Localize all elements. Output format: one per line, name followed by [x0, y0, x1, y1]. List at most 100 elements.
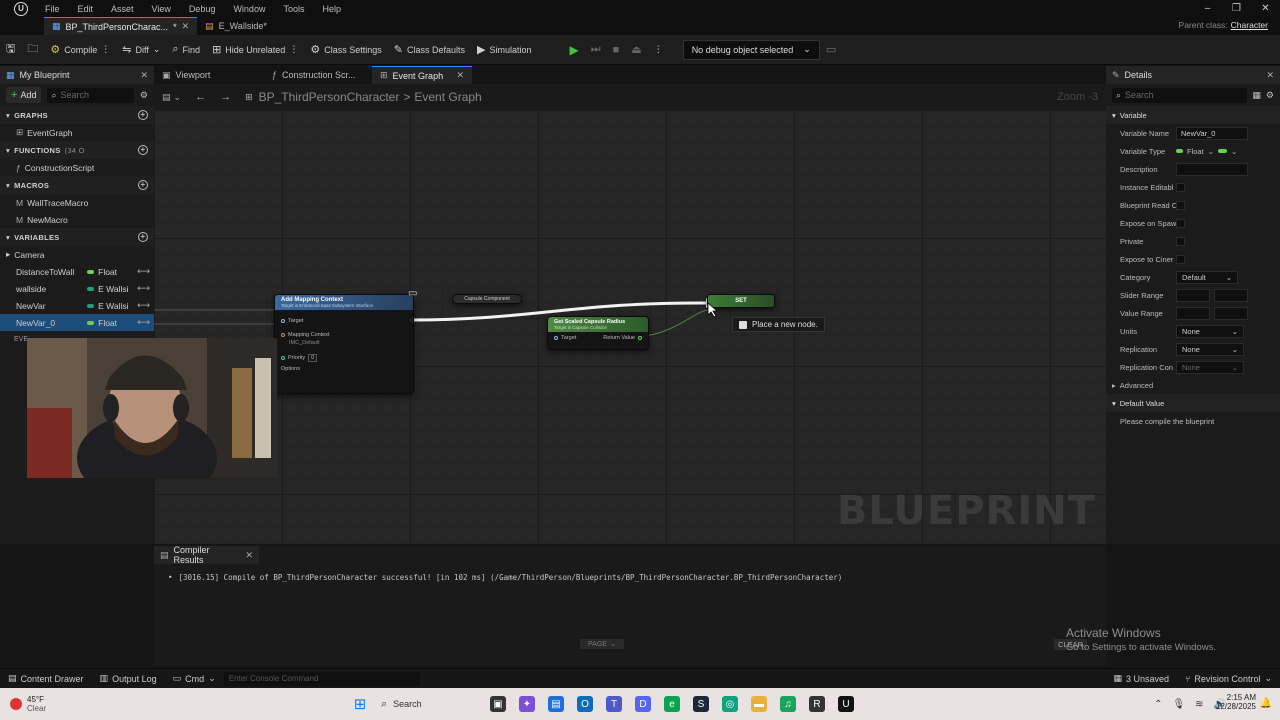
- pin-target[interactable]: Target: [275, 316, 413, 326]
- variable-category-camera[interactable]: ▸ Camera: [0, 246, 154, 263]
- output-log-button[interactable]: ▥ Output Log: [92, 673, 165, 684]
- menu-file[interactable]: File: [45, 4, 60, 14]
- compiler-results-tab[interactable]: ▤ Compiler Results ✕: [154, 545, 259, 565]
- variable-category-header[interactable]: ▾ Variable: [1106, 106, 1280, 124]
- category-select[interactable]: Default ⌄: [1176, 270, 1238, 284]
- tab-construction-script[interactable]: ƒ Construction Scr...: [264, 66, 372, 84]
- rider-icon[interactable]: R: [809, 696, 825, 712]
- back-arrow-icon[interactable]: ←: [195, 91, 206, 103]
- eye-icon[interactable]: ⟷: [137, 317, 150, 328]
- eye-icon[interactable]: ⟷: [137, 266, 150, 277]
- graph-options-icon[interactable]: ▤: [162, 92, 171, 103]
- menu-edit[interactable]: Edit: [78, 4, 94, 14]
- node-get-scaled-capsule-radius[interactable]: Get Scaled Capsule Radius Target is Caps…: [547, 316, 649, 350]
- variable-type-select[interactable]: Float ⌄ ⌄: [1176, 147, 1237, 156]
- variable-item[interactable]: DistanceToWall Float ⟷: [0, 263, 154, 280]
- macro-item-newmacro[interactable]: M NewMacro: [0, 211, 154, 228]
- macro-item-walltracemacro[interactable]: M WallTraceMacro: [0, 194, 154, 211]
- my-blueprint-tab[interactable]: ▦ My Blueprint ✕: [0, 66, 154, 84]
- find-button[interactable]: ⌕ Find: [166, 39, 206, 61]
- notifications-icon[interactable]: 🔔: [1260, 698, 1272, 709]
- macros-section-header[interactable]: ▾ MACROS +: [0, 176, 154, 194]
- chevron-up-icon[interactable]: ⌃: [1154, 699, 1162, 710]
- close-window-icon[interactable]: ✕: [1251, 0, 1280, 17]
- class-defaults-button[interactable]: ✎ Class Defaults: [388, 39, 471, 61]
- settings-gear-icon[interactable]: ⚙: [140, 90, 148, 101]
- menu-help[interactable]: Help: [322, 4, 341, 14]
- variables-section-header[interactable]: ▾ VARIABLES +: [0, 228, 154, 246]
- menu-window[interactable]: Window: [233, 4, 265, 14]
- instance-editable-checkbox[interactable]: [1176, 182, 1185, 192]
- variable-name-field[interactable]: NewVar_0: [1176, 126, 1248, 140]
- details-search-input[interactable]: ⌕ Search: [1112, 87, 1248, 103]
- expose-cinematics-checkbox[interactable]: [1176, 254, 1185, 264]
- outlook-icon[interactable]: O: [577, 696, 593, 712]
- chatgpt-icon[interactable]: ◎: [722, 696, 738, 712]
- browse-button[interactable]: 🗀: [21, 39, 44, 61]
- doc-tab-e-wallside[interactable]: ▤ E_Wallside*: [197, 17, 275, 35]
- variable-type[interactable]: Float: [87, 267, 137, 277]
- parent-class-link[interactable]: Character: [1231, 20, 1268, 30]
- chevron-down-icon[interactable]: ⌄: [174, 92, 182, 103]
- menu-debug[interactable]: Debug: [189, 4, 216, 14]
- eye-icon[interactable]: ⟷: [137, 283, 150, 294]
- advanced-toggle[interactable]: ▸ Advanced: [1106, 376, 1280, 394]
- search-input[interactable]: ⌕ Search: [47, 87, 134, 103]
- variable-type[interactable]: E Wallsi: [87, 284, 137, 294]
- diff-button[interactable]: ⇋ Diff ⌄: [116, 39, 166, 61]
- add-macro-icon[interactable]: +: [138, 180, 148, 190]
- add-variable-icon[interactable]: +: [138, 232, 148, 242]
- close-icon[interactable]: ✕: [1266, 70, 1274, 81]
- play-button[interactable]: ▶: [563, 39, 584, 61]
- expose-on-spawn-checkbox[interactable]: [1176, 218, 1185, 228]
- weather-widget[interactable]: 45°F Clear: [10, 695, 46, 713]
- tab-event-graph[interactable]: ⊞ Event Graph ✕: [372, 66, 472, 84]
- eye-icon[interactable]: ⟷: [137, 300, 150, 311]
- menu-asset[interactable]: Asset: [111, 4, 134, 14]
- wifi-icon[interactable]: ≋: [1195, 699, 1203, 710]
- store-icon[interactable]: ▤: [548, 696, 564, 712]
- unsaved-button[interactable]: ▦ 3 Unsaved: [1105, 673, 1177, 684]
- page-button[interactable]: PAGE ⌄: [580, 639, 624, 649]
- node-capsule-component[interactable]: Capsule Component: [452, 294, 522, 304]
- cmd-select[interactable]: ▭ Cmd ⌄: [165, 673, 224, 684]
- windows-start-icon[interactable]: ⊞: [352, 696, 368, 713]
- discord-icon[interactable]: D: [635, 696, 651, 712]
- stop-button[interactable]: ■: [607, 39, 626, 61]
- pin-priority[interactable]: Priority 0: [275, 352, 413, 364]
- compile-button[interactable]: ⚙ Compile ⋮: [44, 39, 116, 61]
- mapping-context-value[interactable]: IMC_Default: [275, 340, 413, 348]
- menu-tools[interactable]: Tools: [283, 4, 304, 14]
- add-graph-icon[interactable]: +: [138, 110, 148, 120]
- graphs-section-header[interactable]: ▾ GRAPHS +: [0, 106, 154, 124]
- pin-return-value[interactable]: Return Value: [603, 335, 642, 341]
- priority-value[interactable]: 0: [308, 354, 318, 362]
- save-button[interactable]: 🖫: [0, 39, 21, 61]
- console-command-input[interactable]: Enter Console Command: [223, 671, 420, 686]
- container-type-icon[interactable]: [1217, 149, 1227, 153]
- replication-condition-select[interactable]: None ⌄: [1176, 360, 1244, 374]
- node-add-mapping-context[interactable]: Add Mapping Context Target is Enhanced I…: [274, 294, 414, 394]
- restore-icon[interactable]: ❐: [1222, 0, 1251, 17]
- teams-icon[interactable]: T: [606, 696, 622, 712]
- blueprint-read-only-checkbox[interactable]: [1176, 200, 1185, 210]
- spotify-icon[interactable]: ♫: [780, 696, 796, 712]
- close-icon[interactable]: ✕: [456, 70, 464, 81]
- details-tab[interactable]: ✎ Details ✕: [1106, 66, 1280, 84]
- close-icon[interactable]: ✕: [245, 550, 253, 561]
- play-options-button[interactable]: ⋮: [648, 39, 669, 61]
- variable-item[interactable]: wallside E Wallsi ⟷: [0, 280, 154, 297]
- minimize-icon[interactable]: –: [1193, 0, 1222, 17]
- taskbar-search[interactable]: ⌕ Search: [381, 698, 477, 711]
- functions-section-header[interactable]: ▾ FUNCTIONS (34 O +: [0, 141, 154, 159]
- edge-icon[interactable]: e: [664, 696, 680, 712]
- debug-select-button[interactable]: ▭: [820, 39, 842, 61]
- revision-control-button[interactable]: ⑂ Revision Control ⌄: [1177, 673, 1280, 684]
- options-icon[interactable]: ⋮: [289, 44, 298, 55]
- doc-tab-bp-thirdperson[interactable]: ▦ BP_ThirdPersonCharac... * ✕: [44, 17, 198, 35]
- breadcrumb-root[interactable]: BP_ThirdPersonCharacter: [259, 90, 400, 104]
- variable-item[interactable]: NewVar E Wallsi ⟷: [0, 297, 154, 314]
- hide-unrelated-button[interactable]: ⊞ Hide Unrelated ⋮: [206, 39, 304, 61]
- tab-viewport[interactable]: ▣ Viewport: [154, 66, 264, 84]
- variable-item[interactable]: NewVar_0 Float ⟷: [0, 314, 154, 331]
